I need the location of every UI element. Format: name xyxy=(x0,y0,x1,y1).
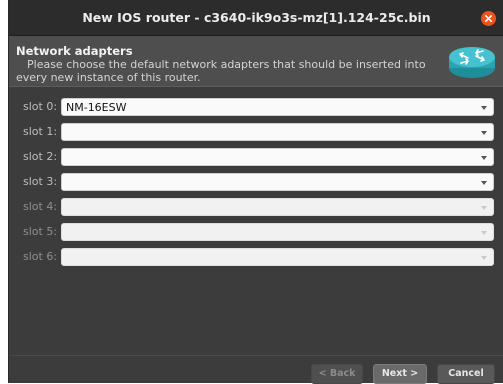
slot-3-dropdown[interactable] xyxy=(61,173,494,191)
wizard-header: Network adapters Please choose the defau… xyxy=(9,36,503,87)
chevron-down-icon xyxy=(481,181,487,185)
slot-label: slot 3: xyxy=(23,175,58,188)
chevron-down-icon xyxy=(481,231,487,235)
chevron-down-icon xyxy=(481,106,487,110)
close-icon xyxy=(485,15,492,22)
next-button[interactable]: Next > xyxy=(373,364,427,384)
slot-row: slot 3: xyxy=(23,173,498,192)
slot-label: slot 0: xyxy=(23,100,58,113)
slot-row: slot 2: xyxy=(23,148,498,167)
close-button[interactable] xyxy=(481,11,496,26)
slot-row: slot 1: xyxy=(23,123,498,142)
slot-row: slot 0: NM-16ESW xyxy=(23,98,498,117)
slot-6-dropdown xyxy=(61,248,494,266)
slot-row: slot 6: xyxy=(23,248,498,267)
slot-label: slot 2: xyxy=(23,150,58,163)
slot-0-dropdown[interactable]: NM-16ESW xyxy=(61,98,494,116)
slot-4-dropdown xyxy=(61,198,494,216)
router-icon xyxy=(449,47,495,78)
slot-2-dropdown[interactable] xyxy=(61,148,494,166)
slot-5-dropdown xyxy=(61,223,494,241)
slot-1-dropdown[interactable] xyxy=(61,123,494,141)
chevron-down-icon xyxy=(481,131,487,135)
slot-row: slot 4: xyxy=(23,198,498,217)
slot-label: slot 5: xyxy=(23,225,58,238)
button-bar: < Back Next > Cancel xyxy=(9,355,503,384)
chevron-down-icon xyxy=(481,206,487,210)
cancel-button[interactable]: Cancel xyxy=(437,364,495,384)
slot-label: slot 6: xyxy=(23,250,58,263)
slot-0-value: NM-16ESW xyxy=(66,101,127,114)
chevron-down-icon xyxy=(481,256,487,260)
slot-row: slot 5: xyxy=(23,223,498,242)
page-title: Network adapters xyxy=(16,44,133,58)
page-description: Please choose the default network adapte… xyxy=(16,58,426,84)
wizard-window: New IOS router - c3640-ik9o3s-mz[1].124-… xyxy=(8,0,503,384)
slot-label: slot 4: xyxy=(23,200,58,213)
slot-label: slot 1: xyxy=(23,125,58,138)
chevron-down-icon xyxy=(481,156,487,160)
window-title: New IOS router - c3640-ik9o3s-mz[1].124-… xyxy=(82,10,431,25)
title-bar[interactable]: New IOS router - c3640-ik9o3s-mz[1].124-… xyxy=(9,0,503,36)
back-button: < Back xyxy=(311,364,363,384)
